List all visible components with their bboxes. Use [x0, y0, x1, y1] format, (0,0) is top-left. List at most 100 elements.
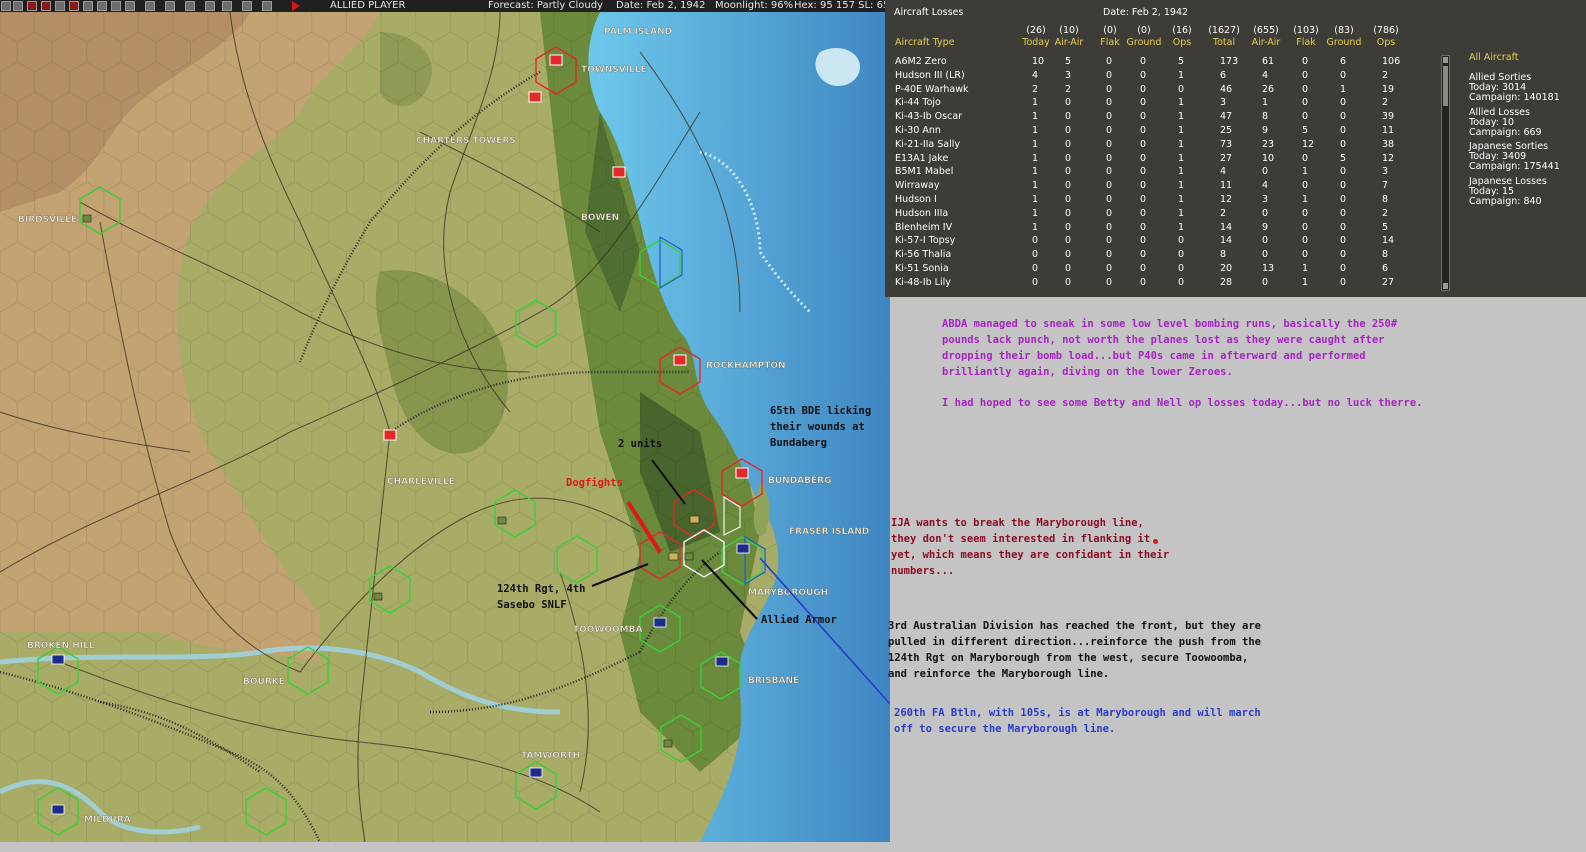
town-tamworth[interactable]: TAMWORTH — [521, 751, 580, 761]
table-row[interactable]: Hudson IIIa 1 0 0 0 1 2 0 0 0 2 — [895, 208, 1450, 222]
tf-icon[interactable] — [97, 1, 107, 11]
table-cell: 14 — [1382, 235, 1395, 247]
table-row[interactable]: Blenheim IV 1 0 0 0 1 14 9 0 0 5 — [895, 222, 1450, 236]
table-row[interactable]: Ki-21-IIa Sally 1 0 0 0 1 73 23 12 0 38 — [895, 139, 1450, 153]
town-townsville[interactable]: TOWNSVILLE — [581, 65, 647, 75]
table-cell: 14 — [1220, 221, 1233, 233]
town-bourke[interactable]: BOURKE — [243, 677, 285, 687]
column-header[interactable]: Air-Air — [1246, 37, 1286, 48]
japanese-unit-icon[interactable] — [689, 515, 700, 524]
hex-label: Hex: 95 157 SL: 65 — [794, 0, 885, 11]
town-bundaberg[interactable]: BUNDABERG — [768, 476, 832, 486]
base-flag-icon[interactable] — [69, 1, 79, 11]
allied-unit-icon[interactable] — [82, 214, 92, 223]
losses-scrollbar[interactable] — [1441, 55, 1450, 291]
column-header[interactable]: Ops — [1162, 37, 1202, 48]
scroll-thumb[interactable] — [1443, 66, 1448, 106]
dock-icon[interactable] — [165, 1, 175, 11]
ground-unit-icon[interactable] — [41, 1, 51, 11]
table-cell: 8 — [1220, 249, 1227, 261]
table-row[interactable]: Wirraway 1 0 0 0 1 11 4 0 0 7 — [895, 180, 1450, 194]
japanese-base-icon[interactable] — [528, 91, 542, 103]
japanese-base-icon[interactable] — [735, 467, 749, 479]
info-icon[interactable] — [1, 1, 11, 11]
allied-unit-icon[interactable] — [373, 592, 383, 601]
column-header[interactable]: Ops — [1366, 37, 1406, 48]
list-icon[interactable] — [125, 1, 135, 11]
table-row[interactable]: Hudson I 1 0 0 0 1 12 3 1 0 8 — [895, 194, 1450, 208]
star-icon[interactable] — [13, 1, 23, 11]
table-row[interactable]: Ki-56 Thalia 0 0 0 0 0 8 0 0 0 8 — [895, 249, 1450, 263]
gear-icon[interactable] — [205, 1, 215, 11]
report-icon[interactable] — [242, 1, 252, 11]
column-header[interactable]: Total — [1204, 37, 1244, 48]
table-row[interactable]: Ki-51 Sonia 0 0 0 0 0 20 13 1 0 6 — [895, 263, 1450, 277]
globe-icon[interactable] — [185, 1, 195, 11]
japanese-base-icon[interactable] — [549, 54, 563, 66]
op-icon[interactable] — [222, 1, 232, 11]
table-cell: 12 — [1220, 194, 1233, 205]
ship-icon[interactable] — [83, 1, 93, 11]
town-charleville[interactable]: CHARLEVILLE — [387, 477, 455, 487]
scroll-down-arrow-icon[interactable] — [1443, 283, 1448, 289]
table-cell: 1 — [1032, 152, 1039, 164]
table-cell: 7 — [1382, 180, 1389, 192]
japanese-base-icon[interactable] — [383, 429, 397, 441]
town-birdsville[interactable]: BIRDSVILLE — [18, 215, 77, 225]
table-cell: 0 — [1262, 166, 1269, 178]
table-cell: 0 — [1106, 207, 1113, 219]
aircraft-name: Hudson I — [895, 194, 937, 205]
plane-icon[interactable] — [111, 1, 121, 11]
japanese-base-icon[interactable] — [612, 166, 626, 178]
column-header[interactable]: Ground — [1324, 37, 1364, 48]
town-toowoomba[interactable]: TOOWOOMBA — [573, 625, 643, 635]
table-row[interactable]: E13A1 Jake 1 0 0 0 1 27 10 0 5 12 — [895, 153, 1450, 167]
table-row[interactable]: P-40E Warhawk 2 2 0 0 0 46 26 0 1 19 — [895, 84, 1450, 98]
allied-unit-icon[interactable] — [663, 739, 673, 748]
game-map[interactable]: PALM ISLAND TOWNSVILLE CHARTERS TOWERS B… — [0, 12, 890, 842]
town-fraser-island[interactable]: FRASER ISLAND — [789, 527, 870, 537]
table-row[interactable]: A6M2 Zero 10 5 0 0 5 173 61 0 6 106 — [895, 56, 1450, 70]
table-cell: 27 — [1220, 152, 1233, 164]
save-icon[interactable] — [262, 1, 272, 11]
table-cell: 0 — [1302, 152, 1309, 164]
japanese-base-icon[interactable] — [673, 354, 687, 366]
town-palm-island[interactable]: PALM ISLAND — [604, 27, 672, 37]
air-unit-icon[interactable] — [27, 1, 37, 11]
table-row[interactable]: Ki-43-Ib Oscar 1 0 0 0 1 47 8 0 0 39 — [895, 111, 1450, 125]
aircraft-name: Ki-51 Sonia — [895, 263, 949, 274]
naval-unit-icon[interactable] — [55, 1, 65, 11]
allied-flag-icon[interactable] — [736, 543, 750, 554]
town-rockhampton[interactable]: ROCKHAMPTON — [706, 361, 786, 371]
town-mildura[interactable]: MILDURA — [84, 815, 131, 825]
allied-flag-icon[interactable] — [529, 767, 543, 778]
end-turn-play-icon[interactable] — [292, 1, 300, 11]
all-aircraft-filter[interactable]: All Aircraft — [1469, 52, 1519, 63]
aircraft-name: Ki-48-Ib Lily — [895, 276, 951, 288]
town-brisbane[interactable]: BRISBANE — [748, 676, 799, 686]
town-bowen[interactable]: BOWEN — [581, 213, 619, 223]
allied-flag-icon[interactable] — [653, 617, 667, 628]
table-cell: 0 — [1302, 249, 1309, 261]
allied-flag-icon[interactable] — [51, 804, 65, 815]
column-header[interactable]: Flak — [1286, 37, 1326, 48]
column-header[interactable]: Air-Air — [1049, 37, 1089, 48]
town-charters-towers[interactable]: CHARTERS TOWERS — [416, 136, 516, 146]
table-cell: 27 — [1382, 276, 1395, 288]
japanese-unit-icon[interactable] — [668, 552, 679, 561]
table-row[interactable]: Ki-48-Ib Lily 0 0 0 0 0 28 0 1 0 27 — [895, 277, 1450, 291]
table-row[interactable]: Ki-44 Tojo 1 0 0 0 1 3 1 0 0 2 — [895, 97, 1450, 111]
factory-icon[interactable] — [145, 1, 155, 11]
allied-flag-icon[interactable] — [715, 656, 729, 667]
town-broken-hill[interactable]: BROKEN HILL — [27, 641, 95, 651]
table-row[interactable]: B5M1 Mabel 1 0 0 0 1 4 0 1 0 3 — [895, 166, 1450, 180]
allied-flag-icon[interactable] — [51, 654, 65, 665]
allied-unit-icon[interactable] — [497, 516, 507, 525]
allied-unit-icon[interactable] — [684, 552, 694, 561]
table-row[interactable]: Ki-57-I Topsy 0 0 0 0 0 14 0 0 0 14 — [895, 235, 1450, 249]
scroll-up-arrow-icon[interactable] — [1443, 57, 1448, 63]
column-header[interactable]: Ground — [1124, 37, 1164, 48]
table-row[interactable]: Ki-30 Ann 1 0 0 0 1 25 9 5 0 11 — [895, 125, 1450, 139]
table-row[interactable]: Hudson III (LR) 4 3 0 0 1 6 4 0 0 2 — [895, 70, 1450, 84]
aircraft-type-header[interactable]: Aircraft Type — [895, 37, 955, 48]
